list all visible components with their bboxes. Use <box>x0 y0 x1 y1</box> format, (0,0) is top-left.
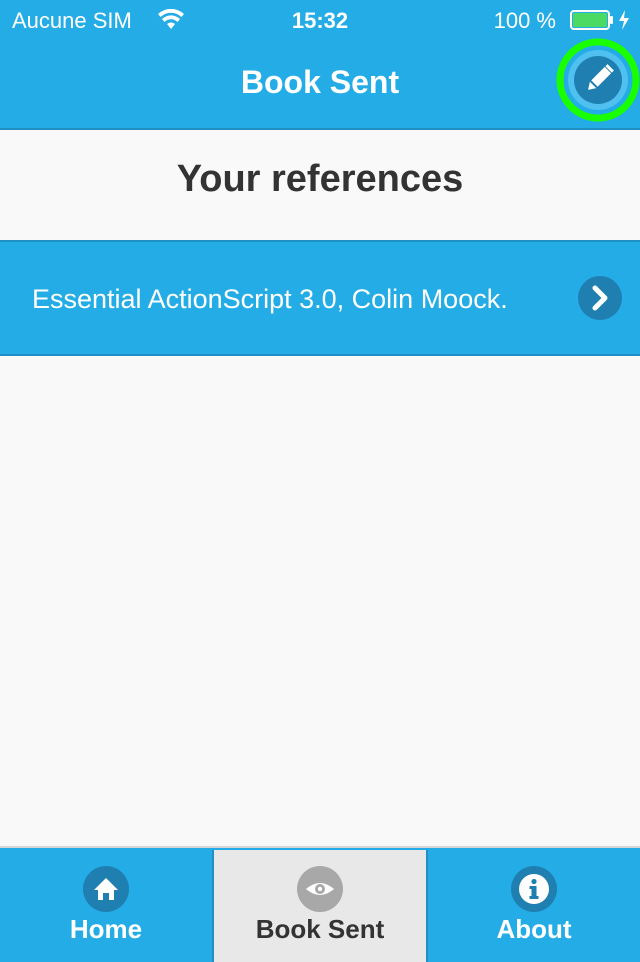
edit-button[interactable] <box>556 38 640 122</box>
tab-bar: Home Book Sent About <box>0 846 640 962</box>
tab-label: Home <box>69 914 143 944</box>
tab-label: About <box>496 914 572 944</box>
chevron-right-icon[interactable] <box>578 276 622 320</box>
list-item-label: Essential ActionScript 3.0, Colin Moock. <box>32 284 508 314</box>
tab-book-sent[interactable]: Book Sent <box>212 850 426 962</box>
eye-icon <box>297 866 343 912</box>
home-icon <box>83 866 129 912</box>
list-item[interactable]: Essential ActionScript 3.0, Colin Moock. <box>0 242 640 356</box>
battery-icon <box>570 10 613 30</box>
section-title: Your references <box>176 158 464 200</box>
pencil-icon <box>556 38 640 122</box>
tab-home[interactable]: Home <box>0 850 212 962</box>
page-title: Book Sent <box>240 64 400 100</box>
tab-label: Book Sent <box>255 914 385 944</box>
tab-about[interactable]: About <box>426 850 640 962</box>
status-bar: Aucune SIM 15:32 100 % <box>0 0 640 40</box>
battery-percent: 100 % <box>493 8 556 33</box>
charging-icon <box>619 10 629 30</box>
nav-bar: Book Sent <box>0 40 640 130</box>
section-header: Your references <box>0 130 640 242</box>
info-icon <box>511 866 557 912</box>
